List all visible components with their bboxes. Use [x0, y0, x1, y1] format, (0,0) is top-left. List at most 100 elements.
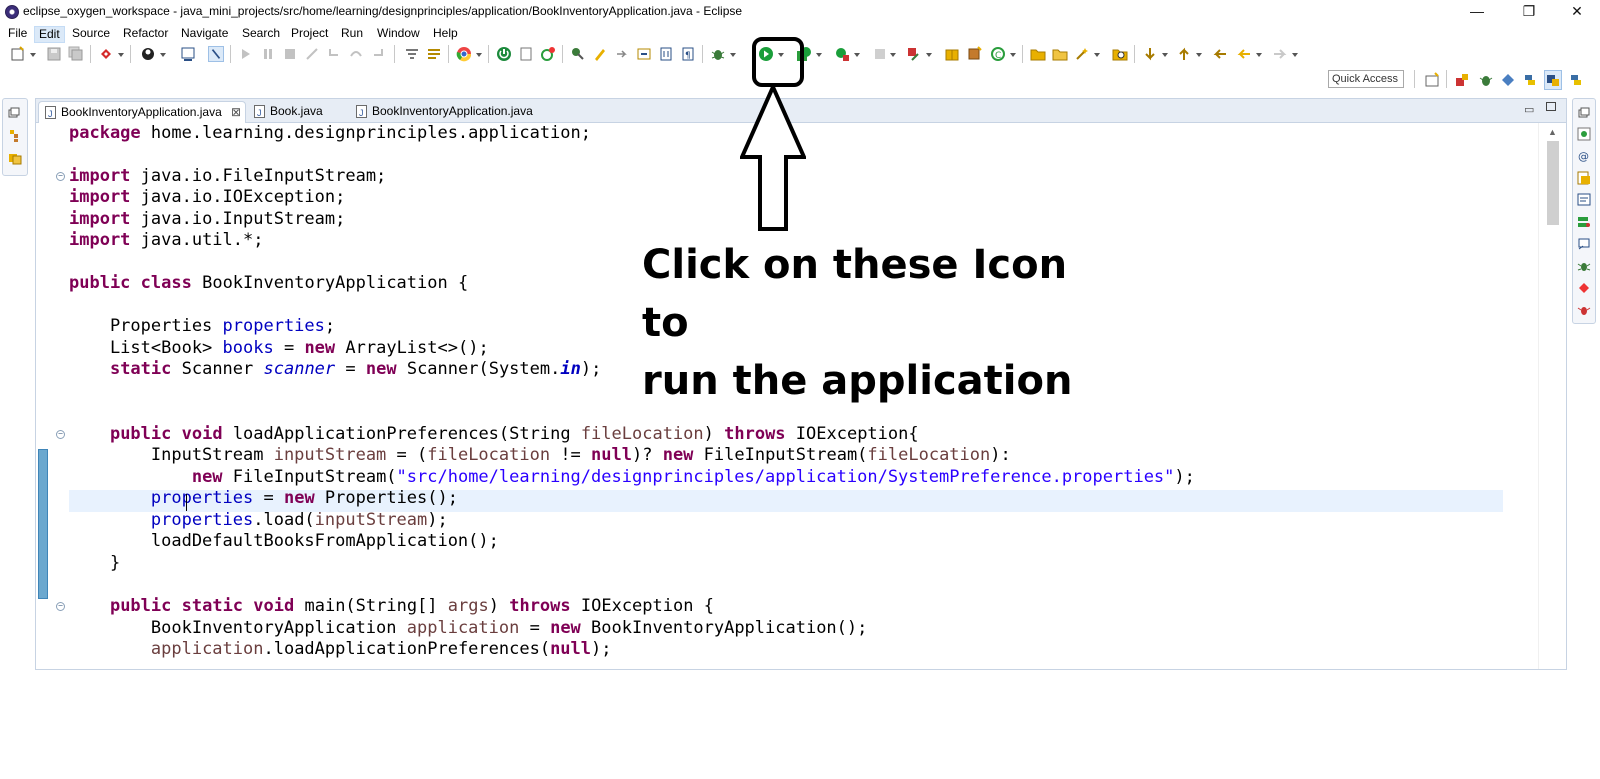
restore-right-view-icon[interactable] [1578, 107, 1590, 119]
debug-perspective-icon[interactable] [1478, 72, 1494, 88]
scrollbar-thumb[interactable] [1547, 141, 1559, 225]
outline-icon[interactable] [1577, 127, 1591, 141]
menu-source[interactable]: Source [68, 26, 114, 43]
run-external-tools-icon[interactable] [834, 46, 850, 62]
show-whitespace-icon[interactable]: ¶ [680, 46, 696, 62]
debug-dropdown-icon[interactable] [730, 53, 736, 57]
pen-icon[interactable] [592, 46, 608, 62]
right-trim-stack: @ [1572, 98, 1596, 324]
error-log-icon[interactable] [1577, 303, 1591, 317]
open-folder-icon[interactable] [1030, 46, 1046, 62]
coverage-dropdown-icon[interactable] [816, 53, 822, 57]
restore-button[interactable]: ❐ [1506, 0, 1552, 24]
menu-edit[interactable]: Edit [34, 26, 65, 43]
tab-bookinventoryapplication-active[interactable]: BookInventoryApplication.java ⊠ [38, 101, 246, 124]
wand-dropdown-icon[interactable] [1094, 53, 1100, 57]
magic-wand-icon[interactable] [1074, 46, 1090, 62]
menu-project[interactable]: Project [287, 26, 332, 43]
fold-main-icon[interactable]: − [56, 602, 65, 611]
perspective-dropdown-icon[interactable] [160, 53, 166, 57]
pydev-perspective-icon[interactable] [1568, 72, 1584, 88]
new-interface-icon[interactable]: C [990, 46, 1006, 62]
data-source-explorer-icon[interactable] [1577, 237, 1591, 251]
open-project-icon[interactable] [1052, 46, 1068, 62]
debug-view-icon[interactable] [1577, 259, 1591, 273]
java-refactor-icon[interactable] [98, 46, 114, 62]
next-annotation-dropdown-icon[interactable] [1162, 53, 1168, 57]
java-perspective-icon[interactable] [1544, 70, 1562, 90]
forward-icon[interactable] [1272, 46, 1288, 62]
tab-bookinventoryapplication-2[interactable]: BookInventoryApplication.java [350, 101, 550, 123]
new-package-icon[interactable] [944, 46, 960, 62]
menu-navigate[interactable]: Navigate [177, 26, 232, 43]
scroll-up-icon[interactable]: ▲ [1548, 127, 1557, 137]
code-line-16: InputStream inputStream = (fileLocation … [69, 445, 1011, 465]
new-icon[interactable] [10, 46, 26, 62]
use-step-filters-icon[interactable] [404, 46, 420, 62]
navigator-icon[interactable] [8, 151, 22, 165]
new-class-dropdown-icon[interactable] [1010, 53, 1016, 57]
save-all-icon[interactable] [68, 46, 84, 62]
fold-imports-icon[interactable]: − [56, 172, 65, 181]
prev-annotation-dropdown-icon[interactable] [1196, 53, 1202, 57]
close-tab-icon[interactable]: ⊠ [231, 102, 241, 122]
menu-run[interactable]: Run [337, 26, 367, 43]
open-perspective-icon[interactable] [140, 46, 156, 62]
git-staging-icon[interactable] [1577, 281, 1591, 295]
servers-icon[interactable] [1577, 215, 1591, 229]
close-button[interactable]: ✕ [1554, 0, 1600, 24]
declaration-icon[interactable] [1577, 171, 1591, 185]
new-java-project-icon[interactable] [906, 46, 922, 62]
javadoc-icon[interactable]: @ [1577, 149, 1591, 163]
menu-file[interactable]: File [4, 26, 31, 43]
maximize-editor-icon[interactable] [1546, 102, 1556, 111]
menu-search[interactable]: Search [238, 26, 284, 43]
open-type-icon[interactable] [570, 46, 586, 62]
menu-refactor[interactable]: Refactor [119, 26, 172, 43]
menu-window[interactable]: Window [373, 26, 424, 43]
minimize-button[interactable]: — [1454, 0, 1500, 24]
power-icon[interactable] [496, 46, 512, 62]
chrome-icon[interactable] [456, 46, 472, 62]
refresh-icon[interactable] [540, 46, 556, 62]
console-icon[interactable] [180, 46, 196, 62]
problems-icon[interactable] [1577, 193, 1591, 207]
svg-text:C: C [995, 51, 1001, 61]
external-tools-dropdown-icon[interactable] [854, 53, 860, 57]
toggle-mark-occurrences-icon[interactable] [518, 46, 534, 62]
package-explorer-icon[interactable] [8, 129, 22, 143]
refactor-dropdown-icon[interactable] [118, 53, 124, 57]
skip-breakpoints-icon[interactable] [208, 46, 224, 62]
debug-tools-icon[interactable] [426, 46, 442, 62]
debug-icon[interactable] [710, 46, 726, 62]
svg-text:¶: ¶ [685, 51, 691, 61]
prev-annotation-up-icon[interactable] [1176, 46, 1192, 62]
new-project-dropdown-icon[interactable] [926, 53, 932, 57]
quick-access-field[interactable]: Quick Access [1328, 70, 1404, 88]
back-icon[interactable] [1236, 46, 1252, 62]
search-icon[interactable] [1112, 46, 1128, 62]
minimize-editor-icon[interactable]: ▭ [1524, 103, 1534, 116]
open-perspective-button-icon[interactable] [1424, 72, 1440, 88]
prev-edit-icon[interactable] [636, 46, 652, 62]
stop-dropdown-icon[interactable] [890, 53, 896, 57]
menu-help[interactable]: Help [429, 26, 462, 43]
vertical-scrollbar[interactable]: ▲ [1538, 123, 1566, 669]
fold-method-icon[interactable]: − [56, 430, 65, 439]
tab-book[interactable]: Book.java [248, 101, 348, 123]
python-perspective-icon[interactable] [1522, 72, 1538, 88]
new-class-icon[interactable] [966, 46, 982, 62]
next-annotation-down-icon[interactable] [1142, 46, 1158, 62]
browser-dropdown-icon[interactable] [476, 53, 482, 57]
toggle-block-icon[interactable] [658, 46, 674, 62]
git-perspective-icon[interactable] [1500, 72, 1516, 88]
new-dropdown-icon[interactable] [30, 53, 36, 57]
forward-dropdown-icon[interactable] [1292, 53, 1298, 57]
save-icon[interactable] [46, 46, 62, 62]
restore-view-icon[interactable] [8, 107, 20, 119]
stop-server-icon [875, 49, 885, 59]
last-edit-location-icon[interactable] [1212, 46, 1228, 62]
java-ee-perspective-icon[interactable] [1454, 72, 1470, 88]
next-annotation-icon[interactable] [614, 46, 630, 62]
back-dropdown-icon[interactable] [1256, 53, 1262, 57]
